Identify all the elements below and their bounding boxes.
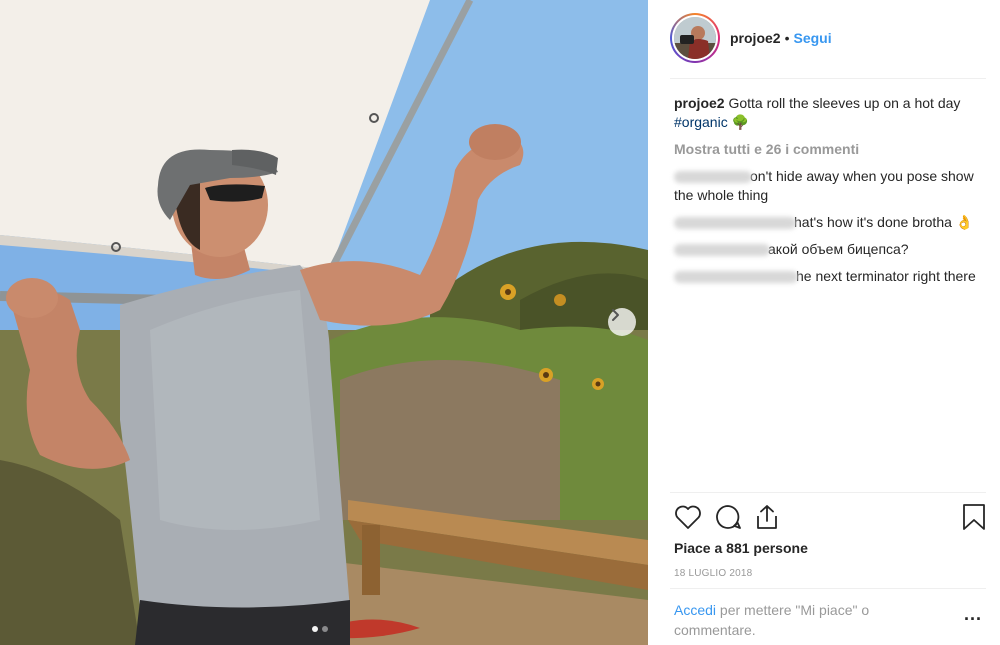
caption-text: Gotta roll the sleeves up on a hot day xyxy=(728,95,961,111)
divider xyxy=(670,588,986,589)
avatar[interactable] xyxy=(670,13,720,63)
post-side-panel: projoe2 • Segui projoe2 Gotta roll the s… xyxy=(648,0,1000,645)
blurred-username xyxy=(674,271,798,284)
divider xyxy=(670,78,986,79)
like-button[interactable] xyxy=(674,504,702,530)
share-button[interactable] xyxy=(754,503,780,531)
share-icon xyxy=(757,505,777,529)
likes-count[interactable]: Piace a 881 persone xyxy=(674,540,808,556)
comment-text: he next terminator right there xyxy=(796,268,976,284)
action-bar xyxy=(674,502,986,532)
caption-username[interactable]: projoe2 xyxy=(674,95,725,111)
blurred-username xyxy=(674,171,752,184)
blurred-username xyxy=(674,217,796,230)
comment-item: акой объем бицепса? xyxy=(674,240,986,259)
carousel-dot-active xyxy=(312,626,318,632)
avatar-image xyxy=(674,17,716,59)
avatar-photo-icon xyxy=(674,17,716,59)
photo-scene xyxy=(0,0,648,645)
heart-icon xyxy=(675,505,701,529)
post-caption: projoe2 Gotta roll the sleeves up on a h… xyxy=(674,94,986,132)
post-photo[interactable] xyxy=(0,0,648,645)
comment-item: he next terminator right there xyxy=(674,267,986,286)
comments-list: projoe2 Gotta roll the sleeves up on a h… xyxy=(674,94,986,286)
more-options-button[interactable]: ... xyxy=(964,604,982,625)
carousel-next-button[interactable] xyxy=(608,308,636,336)
blurred-username xyxy=(674,244,770,257)
avatar-border xyxy=(672,15,718,61)
comment-item: hat's how it's done brotha 👌 xyxy=(674,213,986,232)
comment-text: акой объем бицепса? xyxy=(768,241,909,257)
separator-dot: • xyxy=(784,30,790,46)
login-link[interactable]: Accedi xyxy=(674,602,716,618)
divider xyxy=(670,492,986,493)
post-header: projoe2 • Segui xyxy=(670,12,986,64)
post-date: 18 LUGLIO 2018 xyxy=(674,568,753,579)
comment-icon xyxy=(716,505,741,529)
view-all-comments-link[interactable]: Mostra tutti e 26 i commenti xyxy=(674,140,986,159)
post-username[interactable]: projoe2 xyxy=(730,30,781,46)
bookmark-icon xyxy=(963,504,985,530)
carousel-dot xyxy=(322,626,328,632)
comment-text: hat's how it's done brotha 👌 xyxy=(794,214,974,230)
follow-button[interactable]: Segui xyxy=(793,30,831,46)
comment-button[interactable] xyxy=(714,503,742,531)
chevron-right-icon xyxy=(612,309,619,321)
login-prompt: Accedi per mettere "Mi piace" o commenta… xyxy=(674,600,924,640)
save-button[interactable] xyxy=(962,503,986,531)
tree-emoji: 🌳 xyxy=(731,114,750,130)
hashtag-link[interactable]: #organic xyxy=(674,114,728,130)
comment-item: on't hide away when you pose show the wh… xyxy=(674,167,986,205)
